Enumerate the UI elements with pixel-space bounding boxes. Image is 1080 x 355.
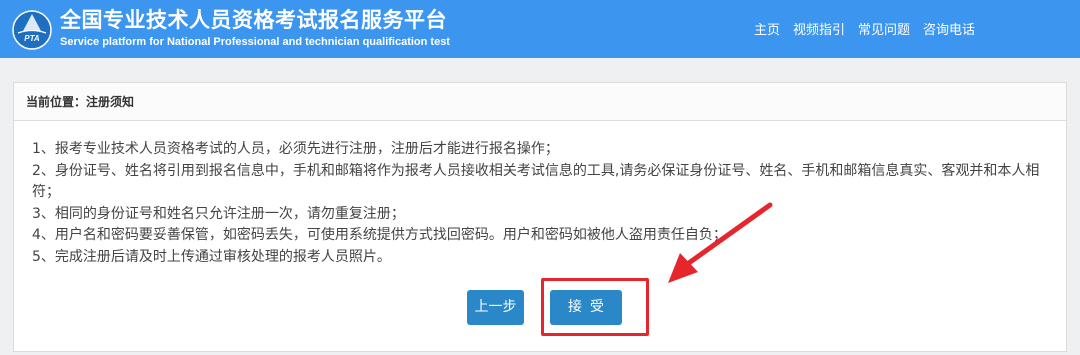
site-subtitle: Service platform for National Profession…: [60, 36, 450, 48]
nav-item-home[interactable]: 主页: [754, 19, 780, 38]
notice-item: 2、身份证号、姓名将引用到报名信息中，手机和邮箱将作为报考人员接收相关考试信息的…: [32, 162, 1040, 201]
notice-list: 1、报考专业技术人员资格考试的人员，必须先进行注册，注册后才能进行报名操作； 2…: [32, 139, 1062, 268]
logo-text: PTA: [24, 34, 40, 43]
nav-item-faq[interactable]: 常见问题: [858, 19, 910, 38]
highlight-box: [541, 278, 649, 336]
site-title: 全国专业技术人员资格考试报名服务平台: [60, 8, 447, 32]
notice-item: 4、用户名和密码要妥善保管，如密码丢失，可使用系统提供方式找回密码。用户和密码如…: [32, 227, 727, 243]
header-bar: PTA 全国专业技术人员资格考试报名服务平台 Service platform …: [0, 0, 1080, 58]
breadcrumb: 当前位置：注册须知: [14, 83, 1066, 121]
notice-item: 3、相同的身份证号和姓名只允许注册一次，请勿重复注册；: [32, 205, 405, 222]
nav-item-contact-phone[interactable]: 咨询电话: [923, 19, 975, 38]
pta-logo-icon: PTA: [12, 10, 52, 50]
notice-item: 1、报考专业技术人员资格考试的人员，必须先进行注册，注册后才能进行报名操作；: [32, 141, 559, 157]
registration-notice-panel: 当前位置：注册须知 1、报考专业技术人员资格考试的人员，必须先进行注册，注册后才…: [13, 82, 1067, 352]
top-nav: 主页 视频指引 常见问题 咨询电话: [754, 19, 975, 38]
notice-item: 5、完成注册后请及时上传通过审核处理的报考人员照片。: [32, 248, 391, 265]
nav-item-video-guide[interactable]: 视频指引: [793, 19, 845, 38]
previous-step-button[interactable]: 上一步: [467, 290, 524, 325]
